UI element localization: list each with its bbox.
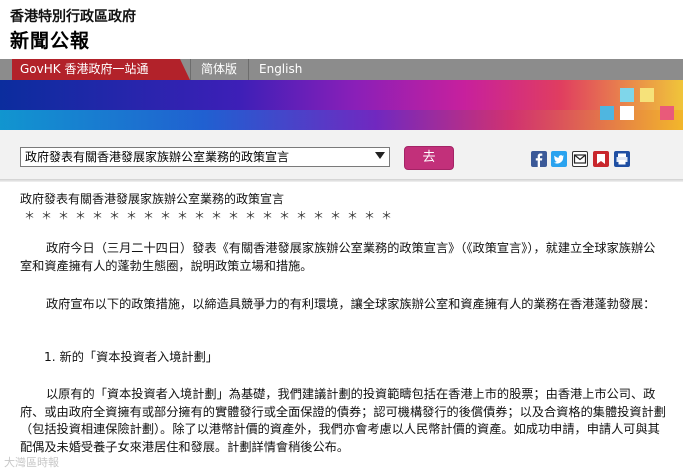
org-name: 香港特別行政區政府 xyxy=(10,9,136,25)
toolbar-divider xyxy=(0,179,683,182)
facebook-icon[interactable] xyxy=(531,151,547,167)
article-section-heading: 1. 新的「資本投資者入境計劃」 xyxy=(44,350,218,364)
banner-graphic xyxy=(0,80,683,130)
article-paragraph: 政府宣布以下的政策措施，以締造具競爭力的有利環境，讓全球家族辦公室和資產擁有人的… xyxy=(46,297,656,311)
english-link[interactable]: English xyxy=(259,59,302,80)
print-icon[interactable] xyxy=(614,151,630,167)
banner-stripe xyxy=(0,110,683,130)
chevron-down-icon xyxy=(375,152,385,159)
article-title: 政府發表有關香港發展家族辦公室業務的政策宣言 xyxy=(20,192,285,206)
banner-square xyxy=(620,88,634,102)
nav-divider xyxy=(190,59,191,80)
site-header: 香港特別行政區政府 新聞公報 xyxy=(0,0,683,62)
banner-square xyxy=(600,106,614,120)
email-icon[interactable] xyxy=(572,151,588,167)
selected-title: 政府發表有關香港發展家族辦公室業務的政策宣言 xyxy=(25,150,290,164)
banner-square xyxy=(640,88,654,102)
twitter-icon[interactable] xyxy=(551,151,567,167)
banner-square xyxy=(620,106,634,120)
bookmark-icon[interactable] xyxy=(593,151,609,167)
article-paragraph: 以原有的「資本投資者入境計劃」為基礎，我們建議計劃的投資範疇包括在香港上市的股票… xyxy=(20,387,666,454)
article-divider-stars: ＊＊＊＊＊＊＊＊＊＊＊＊＊＊＊＊＊＊＊＊＊＊ xyxy=(24,209,398,222)
page-title: 新聞公報 xyxy=(10,30,91,52)
nav-divider xyxy=(248,59,249,80)
go-button[interactable]: 去 xyxy=(404,146,454,170)
govhk-link[interactable]: GovHK 香港政府一站通 xyxy=(12,59,190,80)
press-release-select[interactable]: 政府發表有關香港發展家族辦公室業務的政策宣言 xyxy=(20,147,390,167)
simplified-chinese-link[interactable]: 简体版 xyxy=(201,59,237,80)
banner-square xyxy=(660,106,674,120)
article-paragraph: 政府今日（三月二十四日）發表《有關香港發展家族辦公室業務的政策宣言》（《政策宣言… xyxy=(20,241,656,273)
watermark: 大灣區時報 xyxy=(4,456,59,469)
